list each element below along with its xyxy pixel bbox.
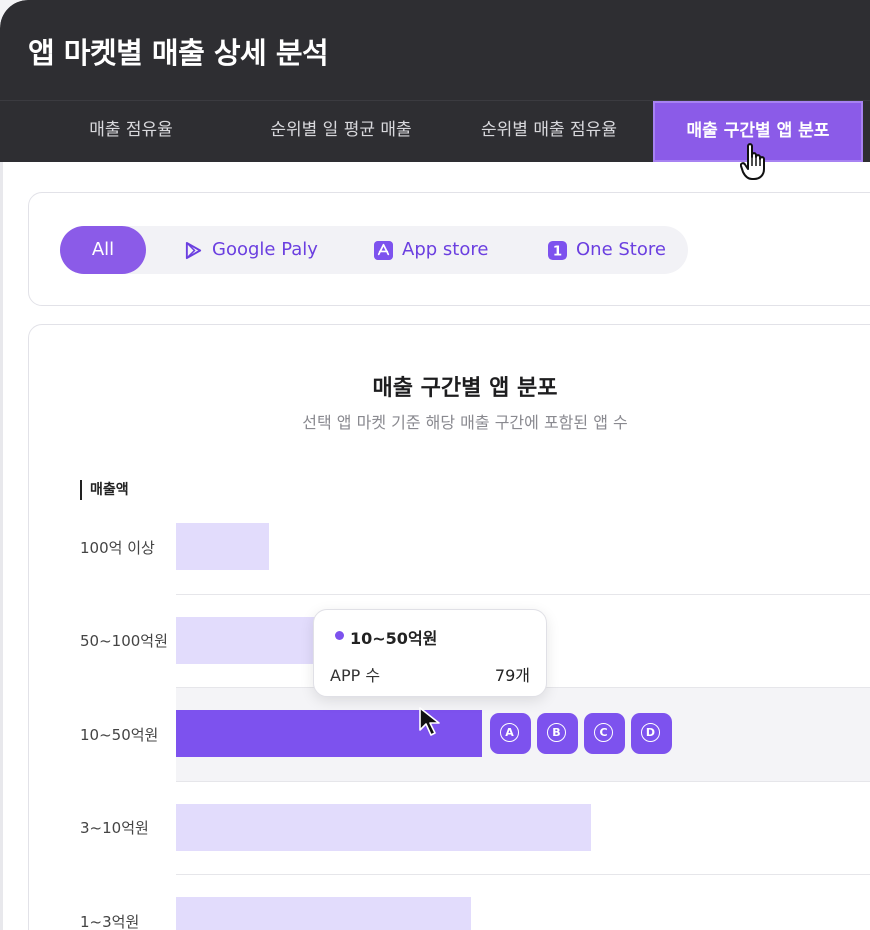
tab-share-by-rank[interactable]: 순위별 매출 점유율 xyxy=(438,101,660,162)
bar[interactable] xyxy=(176,523,269,571)
app-badge[interactable]: A xyxy=(490,713,531,755)
page-header: 앱 마켓별 매출 상세 분석 xyxy=(0,0,870,100)
filter-app-store-button[interactable]: App store xyxy=(374,226,488,274)
tooltip-category: 10~50억원 xyxy=(350,629,438,648)
app-badge[interactable]: C xyxy=(584,713,625,755)
tab-daily-avg-by-rank[interactable]: 순위별 일 평균 매출 xyxy=(230,101,452,162)
chart-subtitle: 선택 앱 마켓 기준 해당 매출 구간에 포함된 앱 수 xyxy=(302,413,628,432)
tooltip-key: APP 수 xyxy=(330,666,381,685)
svg-text:1: 1 xyxy=(553,244,562,259)
category-label: 3~10억원 xyxy=(80,819,149,838)
app-window: 앱 마켓별 매출 상세 분석 매출 점유율 순위별 일 평균 매출 순위별 매출… xyxy=(0,0,870,930)
app-badge-label: C xyxy=(594,723,613,743)
chart-title: 매출 구간별 앱 분포 xyxy=(372,376,558,401)
tab-market-share[interactable]: 매출 점유율 xyxy=(20,101,242,162)
bar[interactable] xyxy=(176,897,471,930)
arrow-cursor-icon xyxy=(419,707,440,736)
y-axis-label: 매출액 xyxy=(80,480,129,500)
google-play-icon xyxy=(185,241,202,259)
page-title: 앱 마켓별 매출 상세 분석 xyxy=(28,36,329,70)
tooltip-value: 79개 xyxy=(494,666,530,685)
app-badge-label: A xyxy=(500,723,519,743)
category-label: 1~3억원 xyxy=(80,912,140,930)
app-store-icon xyxy=(374,240,393,260)
filter-google-play-button[interactable]: Google Paly xyxy=(184,226,318,274)
category-label: 10~50억원 xyxy=(80,725,159,744)
category-label: 100억 이상 xyxy=(80,538,155,557)
app-badge[interactable]: D xyxy=(631,713,672,755)
grid-line xyxy=(176,874,870,875)
bar[interactable] xyxy=(176,803,591,851)
filter-google-play-label: Google Paly xyxy=(212,239,318,260)
series-dot xyxy=(335,631,344,640)
app-badge-label: D xyxy=(641,723,660,743)
pointer-hand-icon xyxy=(740,143,765,180)
chart-tooltip: 10~50억원 APP 수 79개 xyxy=(313,609,547,697)
filter-one-store-label: One Store xyxy=(576,239,666,260)
market-filter: All Google Paly App store 1 One Store xyxy=(60,226,688,274)
bar[interactable] xyxy=(176,616,323,664)
grid-line xyxy=(176,780,870,782)
category-label: 50~100억원 xyxy=(80,632,168,651)
filter-all-label: All xyxy=(91,239,115,260)
app-badge[interactable]: B xyxy=(537,713,578,755)
filter-one-store-button[interactable]: 1 One Store xyxy=(548,226,666,274)
filter-all-button[interactable]: All xyxy=(60,226,146,274)
grid-line xyxy=(176,593,870,595)
app-badge-label: B xyxy=(547,723,566,743)
one-store-icon: 1 xyxy=(548,240,567,260)
filter-app-store-label: App store xyxy=(402,239,489,260)
